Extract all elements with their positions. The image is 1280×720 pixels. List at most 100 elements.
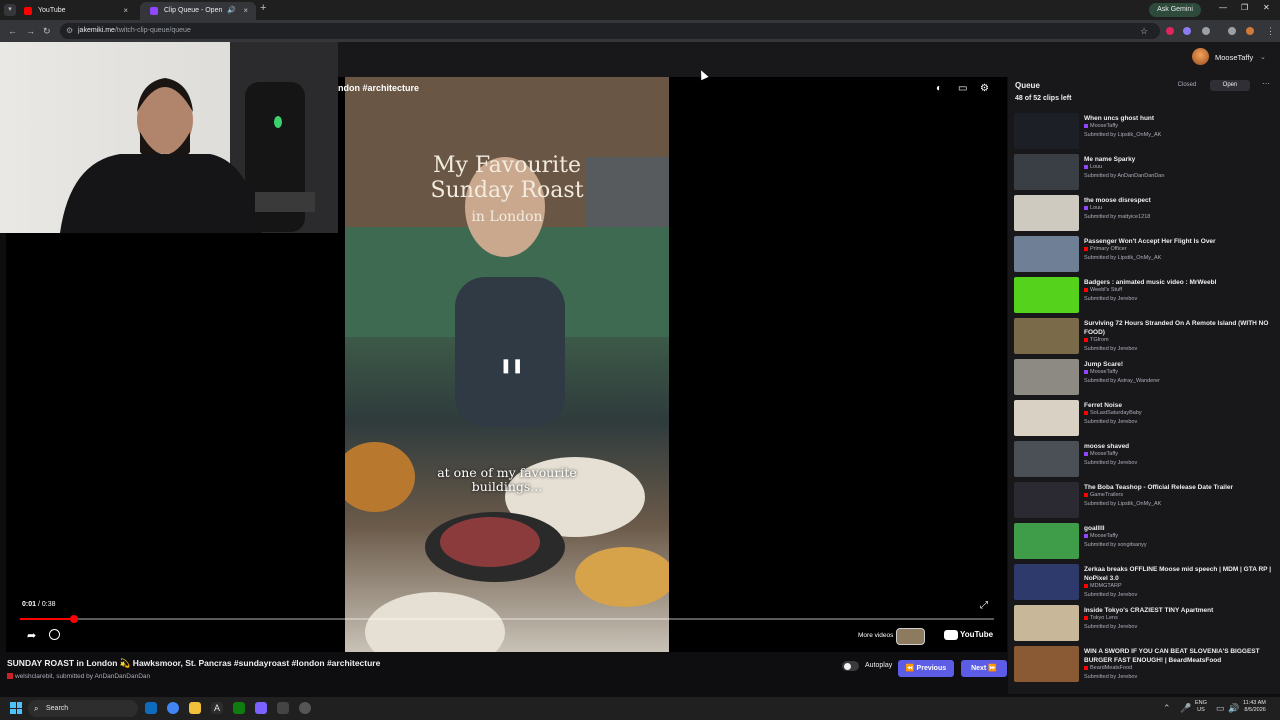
tab-closed[interactable]: Closed	[1168, 80, 1206, 91]
speaker-icon[interactable]: 🔊	[227, 2, 236, 20]
tab-youtube[interactable]: YouTube ×	[14, 2, 136, 20]
chevron-down-icon[interactable]: ⌄	[1260, 53, 1266, 61]
queue-item[interactable]: Me name Sparky Louu Submitted by AnDanDanD…	[1014, 154, 1274, 193]
settings-gear-icon[interactable]: ⚙	[980, 83, 989, 94]
clip-thumbnail[interactable]	[1014, 482, 1079, 518]
previous-button[interactable]: ⏪ Previous	[898, 660, 954, 677]
discord-icon[interactable]	[255, 702, 267, 714]
clip-thumbnail[interactable]	[1014, 605, 1079, 641]
captions-icon[interactable]: ▭	[958, 83, 967, 94]
clip-title[interactable]: Zerkaa breaks OFFLINE Moose mid speech |…	[1084, 565, 1274, 583]
clip-title[interactable]: When uncs ghost hunt	[1084, 114, 1274, 123]
clip-title[interactable]: Me name Sparky	[1084, 155, 1274, 164]
progress-bar[interactable]	[20, 615, 994, 623]
bookmark-star-icon[interactable]: ☆	[1140, 26, 1148, 37]
more-videos-label[interactable]: More videos	[858, 632, 893, 639]
queue-item[interactable]: Badgers : animated music video : MrWeebl…	[1014, 277, 1274, 316]
profile-avatar[interactable]	[1246, 27, 1254, 35]
clip-thumbnail[interactable]	[1014, 564, 1079, 600]
extension-icon[interactable]	[1166, 27, 1174, 35]
browser-menu-icon[interactable]: ⋮	[1266, 26, 1275, 37]
microphone-icon[interactable]: 🎤	[1180, 703, 1191, 714]
media-controls-icon[interactable]	[1228, 27, 1236, 35]
clip-title[interactable]: Inside Tokyo's CRAZIEST TINY Apartment	[1084, 606, 1274, 615]
more-options-icon[interactable]: ⋯	[1262, 79, 1270, 88]
app-icon[interactable]	[299, 702, 311, 714]
more-videos-thumbnail[interactable]	[896, 628, 925, 645]
site-info-icon[interactable]: ⚙	[66, 23, 73, 39]
close-tab-icon[interactable]: ×	[243, 2, 248, 20]
clock[interactable]: 11:43 AM 8/5/2026	[1243, 700, 1266, 714]
close-window-icon[interactable]: ✕	[1263, 3, 1270, 12]
tab-open[interactable]: Open	[1210, 80, 1250, 91]
queue-item[interactable]: Passenger Won't Accept Her Flight Is Ove…	[1014, 236, 1274, 275]
file-explorer-icon[interactable]	[189, 702, 201, 714]
clip-thumbnail[interactable]	[1014, 318, 1079, 354]
clip-channel[interactable]: welshclarebit	[15, 673, 53, 680]
queue-item[interactable]: Zerkaa breaks OFFLINE Moose mid speech |…	[1014, 564, 1274, 603]
queue-item[interactable]: moose shaved MooseTaffy Submitted by Jereb…	[1014, 441, 1274, 480]
clip-thumbnail[interactable]	[1014, 113, 1079, 149]
clip-thumbnail[interactable]	[1014, 154, 1079, 190]
watch-later-icon[interactable]	[49, 629, 60, 640]
clip-thumbnail[interactable]	[1014, 195, 1079, 231]
windows-start-icon[interactable]	[10, 702, 22, 714]
maximize-icon[interactable]: ❐	[1241, 3, 1248, 12]
tray-chevron-icon[interactable]: ⌃	[1163, 703, 1171, 714]
queue-item[interactable]: When uncs ghost hunt MooseTaffy Submitted …	[1014, 113, 1274, 152]
clip-thumbnail[interactable]	[1014, 523, 1079, 559]
queue-item[interactable]: Inside Tokyo's CRAZIEST TINY Apartment To…	[1014, 605, 1274, 644]
xbox-icon[interactable]	[233, 702, 245, 714]
queue-item[interactable]: Ferret Noise SoLastSaturdayBaby Submitted …	[1014, 400, 1274, 439]
app-icon[interactable]	[277, 702, 289, 714]
clip-thumbnail[interactable]	[1014, 359, 1079, 395]
reload-icon[interactable]: ↻	[43, 26, 51, 37]
network-icon[interactable]: ▭	[1216, 703, 1225, 714]
queue-item[interactable]: the moose disrespect Louu Submitted by mat…	[1014, 195, 1274, 234]
fullscreen-icon[interactable]: ⤢	[980, 600, 988, 611]
clip-title[interactable]: Badgers : animated music video : MrWeebl	[1084, 278, 1274, 287]
back-icon[interactable]: ←	[8, 26, 17, 36]
clip-title[interactable]: Passenger Won't Accept Her Flight Is Ove…	[1084, 237, 1274, 246]
extensions-puzzle-icon[interactable]	[1202, 27, 1210, 35]
close-tab-icon[interactable]: ×	[123, 2, 128, 20]
clip-title[interactable]: The Boba Teashop - Official Release Date…	[1084, 483, 1274, 492]
url-input[interactable]: ⚙ jakemiki.me/twitch-clip-queue/queue	[60, 23, 1160, 39]
clip-title[interactable]: goalllll	[1084, 524, 1274, 533]
clip-thumbnail[interactable]	[1014, 277, 1079, 313]
ask-gemini-button[interactable]: Ask Gemini	[1149, 3, 1201, 17]
queue-item[interactable]: Jump Scare! MooseTaffy Submitted by Astray…	[1014, 359, 1274, 398]
minimize-icon[interactable]: —	[1219, 3, 1227, 12]
clip-thumbnail[interactable]	[1014, 400, 1079, 436]
clip-title[interactable]: Ferret Noise	[1084, 401, 1274, 410]
clip-thumbnail[interactable]	[1014, 236, 1079, 272]
queue-item[interactable]: Surviving 72 Hours Stranded On A Remote …	[1014, 318, 1274, 357]
queue-item[interactable]: The Boba Teashop - Official Release Date…	[1014, 482, 1274, 521]
clip-title[interactable]: Surviving 72 Hours Stranded On A Remote …	[1084, 319, 1274, 337]
share-icon[interactable]: ➦	[27, 629, 36, 642]
youtube-logo[interactable]: YouTube	[944, 630, 993, 640]
extension-icon[interactable]	[1183, 27, 1191, 35]
new-tab-button[interactable]: +	[260, 2, 266, 14]
taskbar-search[interactable]: ⌕ Search	[28, 700, 138, 717]
embedded-video-title[interactable]: ndon #architecture	[338, 83, 419, 93]
pause-icon[interactable]: ❚❚	[500, 357, 523, 374]
clip-thumbnail[interactable]	[1014, 441, 1079, 477]
next-button[interactable]: Next ⏩	[961, 660, 1007, 677]
clip-title[interactable]: moose shaved	[1084, 442, 1274, 451]
edge-icon[interactable]	[145, 702, 157, 714]
username[interactable]: MooseTaffy	[1215, 53, 1253, 62]
clip-title[interactable]: Jump Scare!	[1084, 360, 1274, 369]
queue-item[interactable]: WIN A SWORD IF YOU CAN BEAT SLOVENIA'S B…	[1014, 646, 1274, 685]
app-icon[interactable]: A	[211, 702, 223, 714]
chrome-icon[interactable]	[167, 702, 179, 714]
clip-thumbnail[interactable]	[1014, 646, 1079, 682]
forward-icon[interactable]: →	[26, 26, 35, 36]
clip-title[interactable]: the moose disrespect	[1084, 196, 1274, 205]
queue-item[interactable]: goalllll MooseTaffy Submitted by songitsan…	[1014, 523, 1274, 562]
contrast-icon[interactable]: ◐	[936, 83, 942, 94]
autoplay-toggle[interactable]	[842, 661, 859, 671]
avatar[interactable]	[1192, 48, 1209, 65]
clip-title[interactable]: WIN A SWORD IF YOU CAN BEAT SLOVENIA'S B…	[1084, 647, 1274, 665]
progress-scrubber[interactable]	[69, 615, 78, 623]
